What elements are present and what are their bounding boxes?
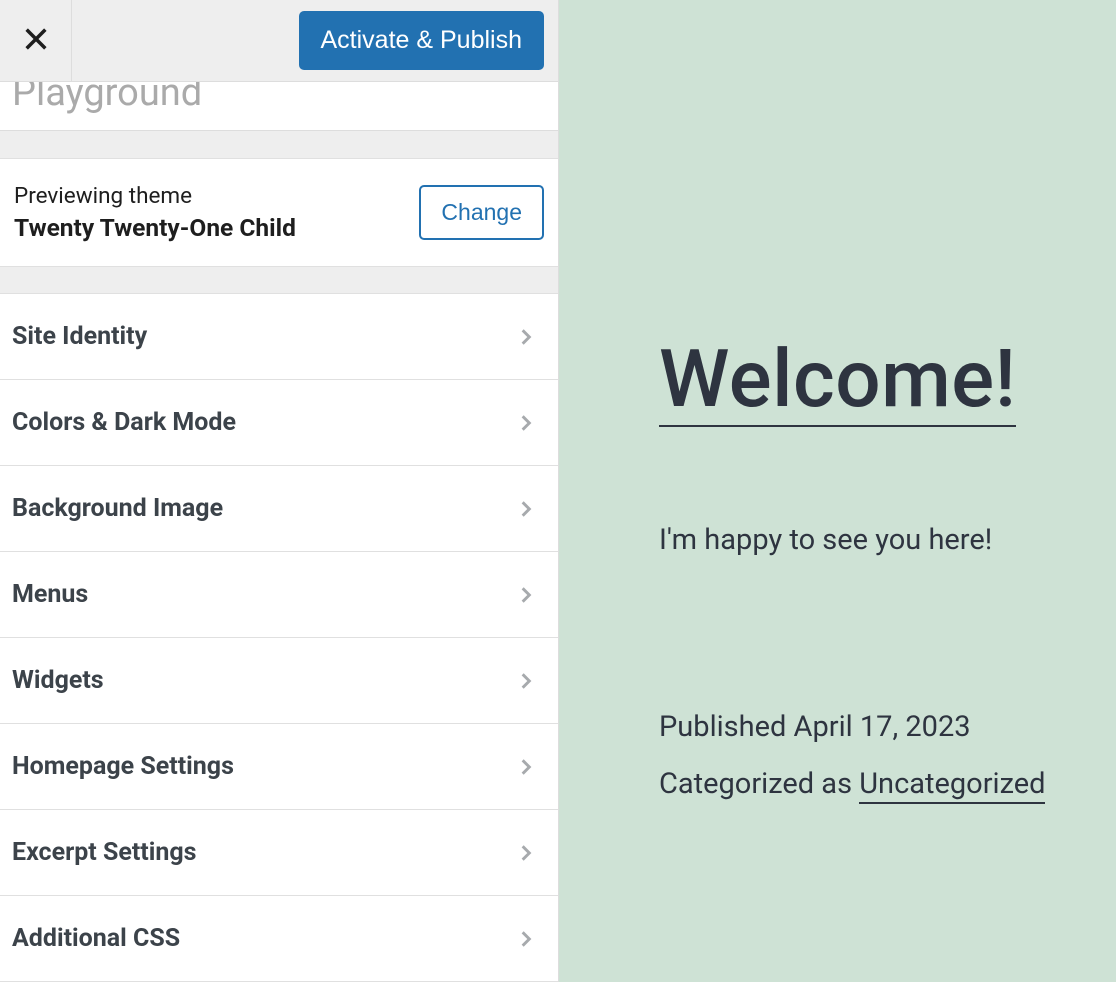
menu-item-site-identity[interactable]: Site Identity [0, 294, 558, 380]
chevron-right-icon [516, 585, 536, 605]
preview-pane: Welcome! I'm happy to see you here! Publ… [559, 0, 1116, 982]
change-theme-button[interactable]: Change [419, 185, 544, 240]
chevron-right-icon [516, 929, 536, 949]
post-body: I'm happy to see you here! [659, 523, 1116, 557]
menu-item-label: Colors & Dark Mode [12, 408, 236, 437]
customizer-menu-list: Site Identity Colors & Dark Mode Backgro… [0, 294, 558, 982]
site-name-label: Playground [12, 82, 546, 105]
theme-name: Twenty Twenty-One Child [14, 213, 296, 242]
customizer-sidebar: Activate & Publish Playground Previewing… [0, 0, 559, 982]
menu-item-background-image[interactable]: Background Image [0, 466, 558, 552]
post-meta: Published April 17, 2023 Categorized as … [659, 699, 1116, 812]
categorized-line: Categorized as Uncategorized [659, 756, 1116, 813]
theme-text: Previewing theme Twenty Twenty-One Child [14, 183, 296, 242]
site-name-block: Playground [0, 82, 558, 131]
categorized-label: Categorized as [659, 767, 852, 801]
previewing-label: Previewing theme [14, 183, 296, 209]
menu-iten-label: Additional CSS [12, 924, 180, 953]
activate-publish-button[interactable]: Activate & Publish [299, 11, 545, 70]
published-line: Published April 17, 2023 [659, 699, 1116, 756]
menu-item-label: Site Identity [12, 322, 147, 351]
menu-item-additional-css[interactable]: Additional CSS [0, 896, 558, 982]
chevron-right-icon [516, 671, 536, 691]
menu-item-label: Excerpt Settings [12, 838, 197, 867]
sidebar-header: Activate & Publish [0, 0, 558, 82]
menu-item-colors-dark-mode[interactable]: Colors & Dark Mode [0, 380, 558, 466]
menu-item-menus[interactable]: Menus [0, 552, 558, 638]
published-date: April 17, 2023 [794, 710, 971, 744]
close-button[interactable] [0, 0, 72, 82]
menu-item-label: Homepage Settings [12, 752, 234, 781]
chevron-right-icon [516, 413, 536, 433]
post-title-link[interactable]: Welcome! [659, 335, 1016, 427]
divider [0, 267, 558, 294]
menu-item-label: Background Image [12, 494, 223, 523]
chevron-right-icon [516, 499, 536, 519]
menu-item-widgets[interactable]: Widgets [0, 638, 558, 724]
close-icon [22, 25, 50, 57]
chevron-right-icon [516, 843, 536, 863]
menu-item-homepage-settings[interactable]: Homepage Settings [0, 724, 558, 810]
category-link[interactable]: Uncategorized [859, 767, 1045, 804]
chevron-right-icon [516, 757, 536, 777]
theme-info-row: Previewing theme Twenty Twenty-One Child… [0, 159, 558, 267]
divider [0, 131, 558, 158]
chevron-right-icon [516, 327, 536, 347]
menu-item-label: Widgets [12, 666, 104, 695]
menu-item-label: Menus [12, 580, 88, 609]
menu-item-excerpt-settings[interactable]: Excerpt Settings [0, 810, 558, 896]
preview-content: Welcome! I'm happy to see you here! Publ… [659, 335, 1116, 812]
published-label: Published [659, 710, 786, 744]
